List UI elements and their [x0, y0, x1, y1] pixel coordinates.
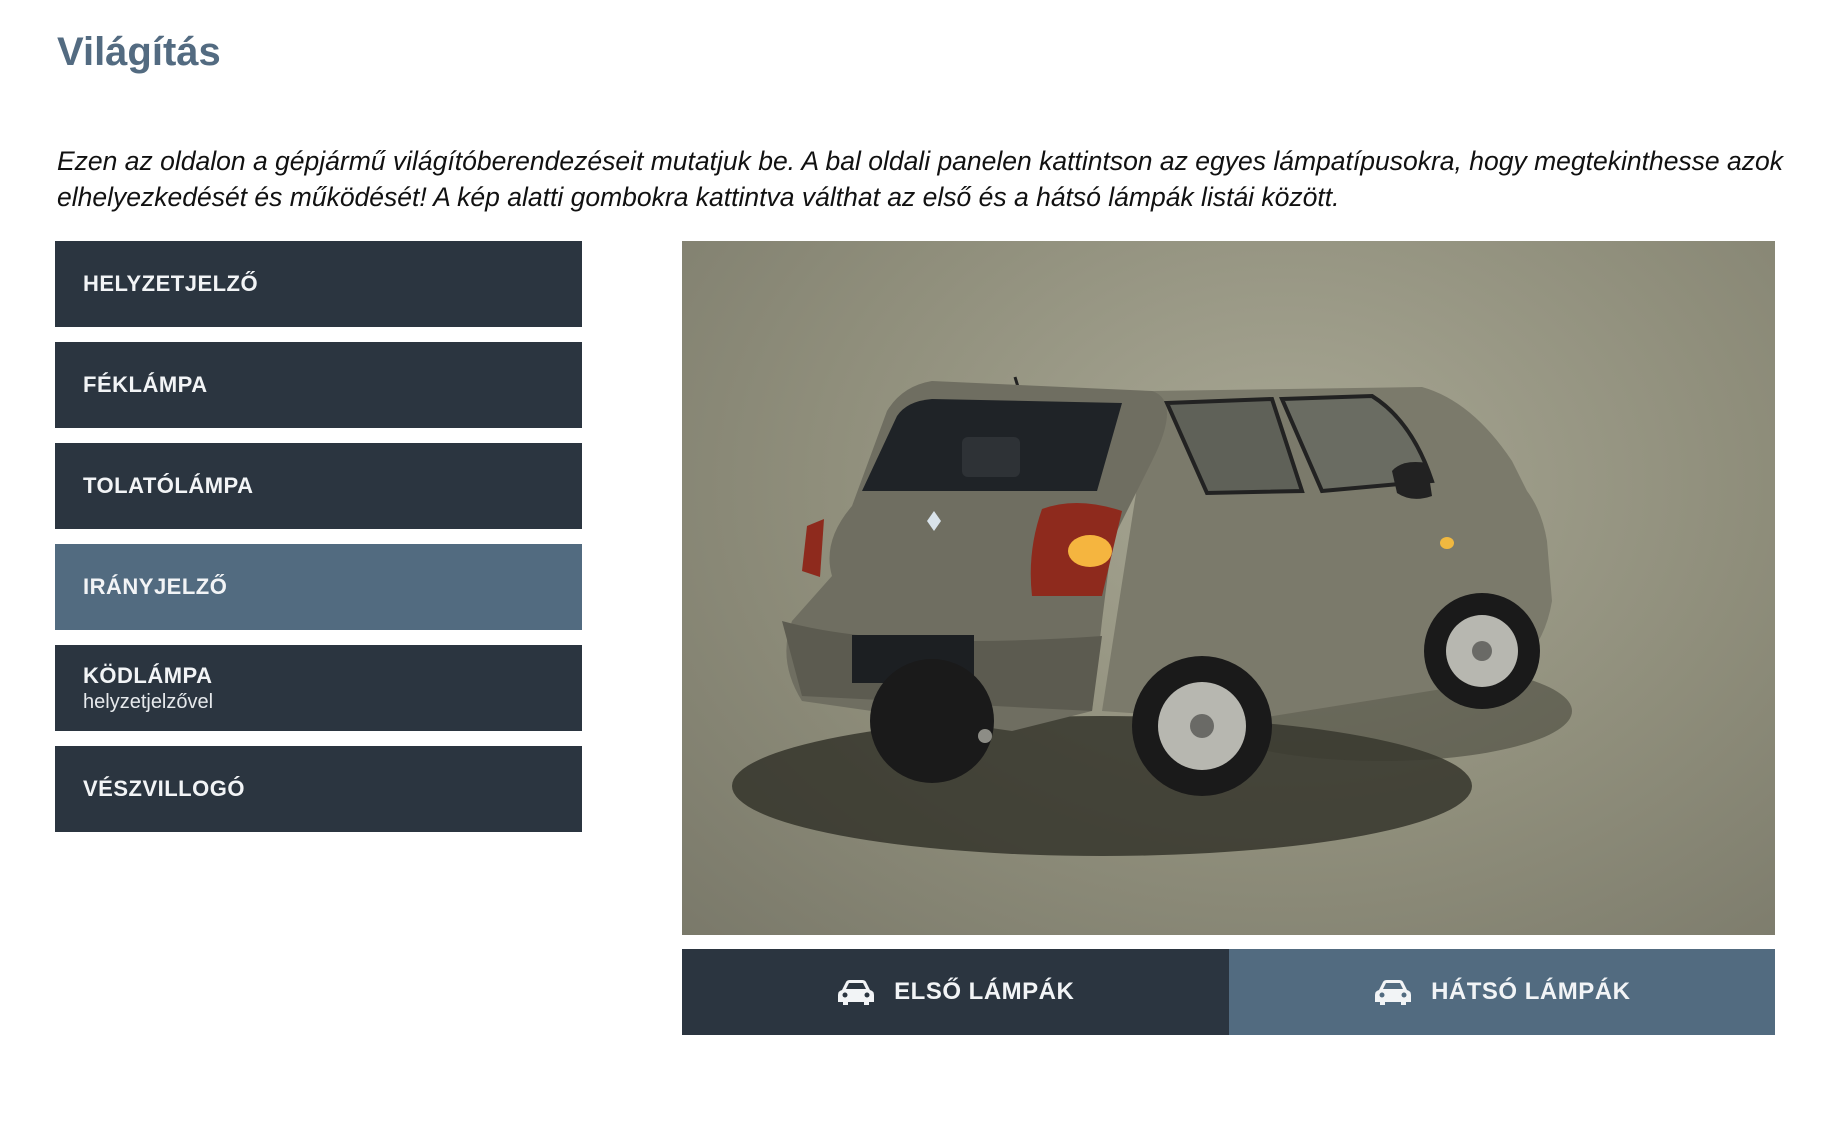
- car-viewer: [682, 241, 1775, 935]
- car-icon: [838, 980, 875, 1005]
- rear-lamps-button[interactable]: HÁTSÓ LÁMPÁK: [1228, 949, 1775, 1035]
- lamp-item-iranyjelzo[interactable]: IRÁNYJELZŐ: [55, 544, 582, 630]
- lamp-label: VÉSZVILLOGÓ: [83, 776, 245, 801]
- intro-text: Ezen az oldalon a gépjármű világítóberen…: [57, 146, 1784, 212]
- lamp-type-list: HELYZETJELZŐ FÉKLÁMPA TOLATÓLÁMPA IRÁNYJ…: [55, 241, 582, 847]
- lamp-sublabel: helyzetjelzővel: [83, 690, 214, 713]
- front-lamps-button[interactable]: ELSŐ LÁMPÁK: [682, 949, 1229, 1035]
- lamp-label: HELYZETJELZŐ: [83, 271, 259, 296]
- lamp-item-helyzetjelzo[interactable]: HELYZETJELZŐ: [55, 241, 582, 327]
- lamp-item-kodlampa[interactable]: KÖDLÁMPA helyzetjelzővel: [55, 645, 582, 731]
- view-toggle: ELSŐ LÁMPÁK HÁTSÓ LÁMPÁK: [682, 949, 1775, 1035]
- car-icon: [1375, 980, 1412, 1005]
- lamp-label: TOLATÓLÁMPA: [83, 473, 254, 498]
- lamp-item-feklampa[interactable]: FÉKLÁMPA: [55, 342, 582, 428]
- lamp-label: KÖDLÁMPA: [83, 662, 213, 688]
- lamp-label: IRÁNYJELZŐ: [83, 574, 228, 599]
- front-lamps-label: ELSŐ LÁMPÁK: [894, 978, 1075, 1005]
- rear-lamps-label: HÁTSÓ LÁMPÁK: [1431, 978, 1631, 1005]
- car-illustration: [732, 376, 1572, 856]
- lamp-label: FÉKLÁMPA: [83, 372, 208, 397]
- lamp-item-tolatolampa[interactable]: TOLATÓLÁMPA: [55, 443, 582, 529]
- page-title: Világítás: [57, 30, 221, 74]
- lamp-item-veszvillogo[interactable]: VÉSZVILLOGÓ: [55, 746, 582, 832]
